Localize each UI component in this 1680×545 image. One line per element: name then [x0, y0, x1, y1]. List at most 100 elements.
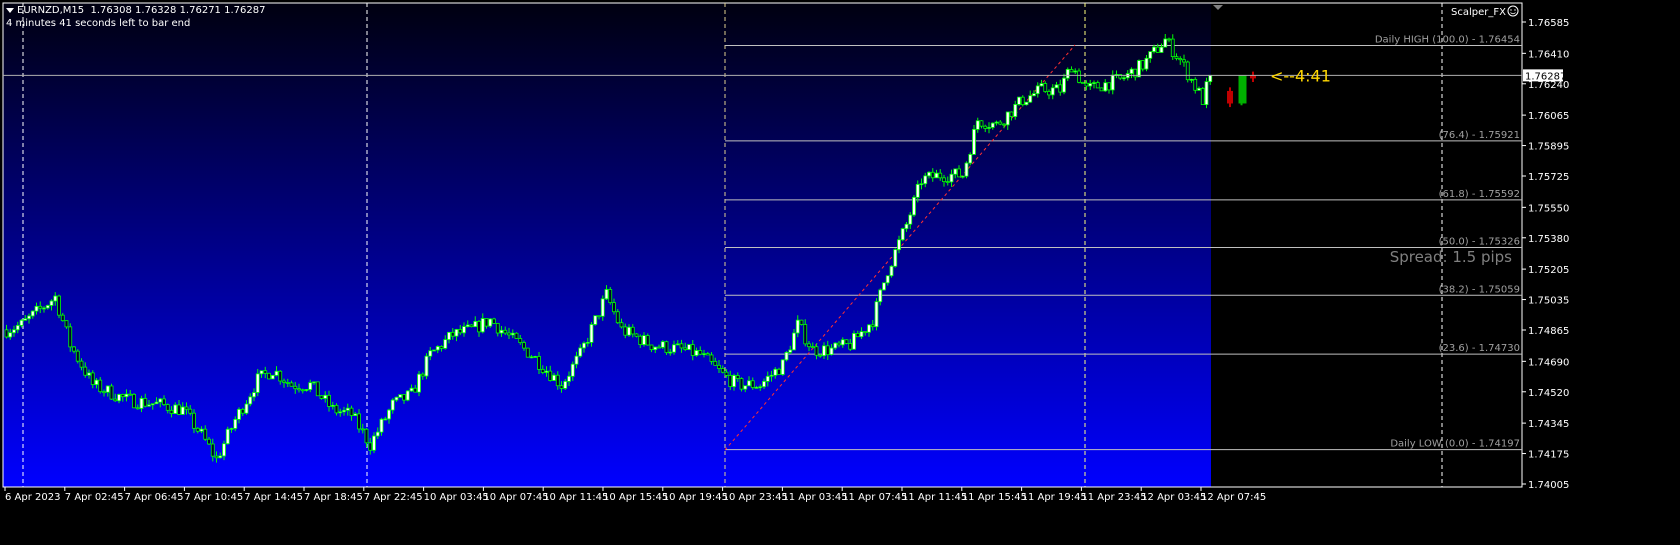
candle-bear	[957, 168, 961, 178]
candle-bull	[1005, 111, 1010, 126]
candle-bull	[593, 315, 598, 325]
candle-bull	[829, 347, 834, 356]
candle-bear	[870, 324, 875, 328]
candle-bull	[379, 418, 384, 433]
candle-bull	[1103, 82, 1108, 92]
price-tick-label: 1.74175	[1528, 450, 1569, 461]
candle-bear	[57, 295, 61, 316]
candle-bear	[1200, 87, 1205, 106]
price-tick-label: 1.75895	[1528, 142, 1569, 153]
candle-bull	[180, 406, 185, 415]
candle-bear	[657, 346, 661, 349]
candle-bear	[60, 314, 65, 322]
candle-bull	[840, 339, 845, 346]
candle-bear	[319, 395, 324, 399]
candle-bear	[128, 393, 133, 396]
candle-bear	[844, 339, 849, 344]
candle-bear	[364, 428, 369, 444]
candle-bull	[784, 351, 789, 361]
candle-bull	[934, 172, 939, 179]
candle-bull	[653, 346, 658, 351]
countdown-label: <--4:41	[1270, 66, 1331, 85]
candle-bull	[769, 374, 774, 377]
candle-bull	[600, 298, 605, 317]
candle-bear	[705, 353, 710, 356]
candle-bear	[1155, 46, 1160, 53]
price-tick-label: 1.75205	[1528, 265, 1569, 276]
candle-bull	[87, 372, 91, 376]
candle-bull	[1028, 95, 1033, 103]
candle-bear	[1099, 87, 1104, 92]
candle-bull	[435, 346, 440, 351]
candle-bear	[717, 364, 721, 369]
candle-bear	[477, 320, 481, 333]
price-tick-label: 1.76410	[1528, 49, 1569, 60]
time-tick-label: 7 Apr 18:45	[304, 492, 363, 503]
dropdown-triangle-icon[interactable]	[6, 7, 14, 13]
price-chart[interactable]: Daily HIGH (100.0) - 1.76454 (76.4) - 1.7…	[0, 0, 1680, 545]
candle-bull	[1092, 82, 1096, 84]
candle-bear	[469, 324, 474, 328]
candle-bear	[814, 346, 819, 356]
candle-bull	[762, 380, 766, 388]
candle-bull	[1054, 84, 1059, 89]
candle-bear	[1047, 91, 1051, 96]
candle-bull	[94, 379, 99, 385]
candle-bear	[522, 342, 526, 349]
future-candle-body	[1238, 75, 1247, 104]
candle-bull	[563, 380, 568, 389]
candle-bull	[117, 394, 121, 402]
candle-bull	[743, 385, 748, 390]
candle-bull	[672, 344, 676, 353]
candle-bull	[604, 289, 609, 300]
candle-bull	[874, 301, 879, 328]
candle-bear	[679, 343, 684, 349]
candle-bear	[548, 370, 553, 381]
candle-bear	[1107, 82, 1111, 91]
candle-bear	[1058, 84, 1063, 93]
candle-bear	[450, 331, 455, 337]
candle-bear	[402, 394, 406, 401]
candle-bull	[417, 373, 421, 393]
candle-bull	[244, 403, 249, 414]
indicator-name: Scalper_FX	[1451, 7, 1506, 18]
candle-bear	[983, 125, 988, 129]
candle-bear	[4, 329, 9, 338]
candle-bear	[492, 318, 496, 324]
candle-bull	[424, 355, 429, 377]
candle-bull	[529, 356, 534, 359]
candle-bear	[458, 329, 463, 334]
fib-level-label: (61.8) - 1.75592	[1439, 189, 1520, 200]
candle-bull	[19, 319, 24, 326]
candle-bull	[578, 347, 583, 357]
candle-bull	[702, 353, 706, 355]
price-axis: 1.765851.764101.762401.760651.758951.757…	[1522, 18, 1569, 491]
candle-bear	[803, 324, 808, 345]
candle-bull	[1024, 101, 1029, 106]
candle-bull	[833, 342, 838, 349]
candle-bull	[447, 331, 451, 341]
candle-bear	[735, 375, 740, 379]
candle-bull	[1017, 96, 1021, 105]
candle-bull	[574, 355, 579, 365]
candle-bull	[308, 382, 313, 390]
candle-bull	[150, 403, 155, 406]
candle-bull	[694, 350, 699, 356]
candle-bear	[1185, 61, 1190, 81]
candle-bear	[165, 404, 170, 411]
candle-bull	[255, 373, 260, 393]
candle-bear	[278, 370, 283, 382]
candle-bear	[597, 315, 601, 318]
price-tick-label: 1.74005	[1528, 480, 1569, 491]
candle-bull	[222, 443, 226, 457]
candle-bull	[882, 282, 886, 291]
fib-level-label: Daily HIGH (100.0) - 1.76454	[1375, 34, 1520, 45]
candle-bull	[1204, 81, 1209, 106]
candle-bear	[162, 398, 166, 405]
candle-bull	[867, 324, 871, 333]
candle-bull	[409, 387, 414, 392]
candle-bear	[184, 406, 189, 410]
candle-bull	[1013, 104, 1018, 117]
shift-marker-icon[interactable]	[1213, 5, 1223, 10]
candle-bull	[900, 228, 905, 241]
